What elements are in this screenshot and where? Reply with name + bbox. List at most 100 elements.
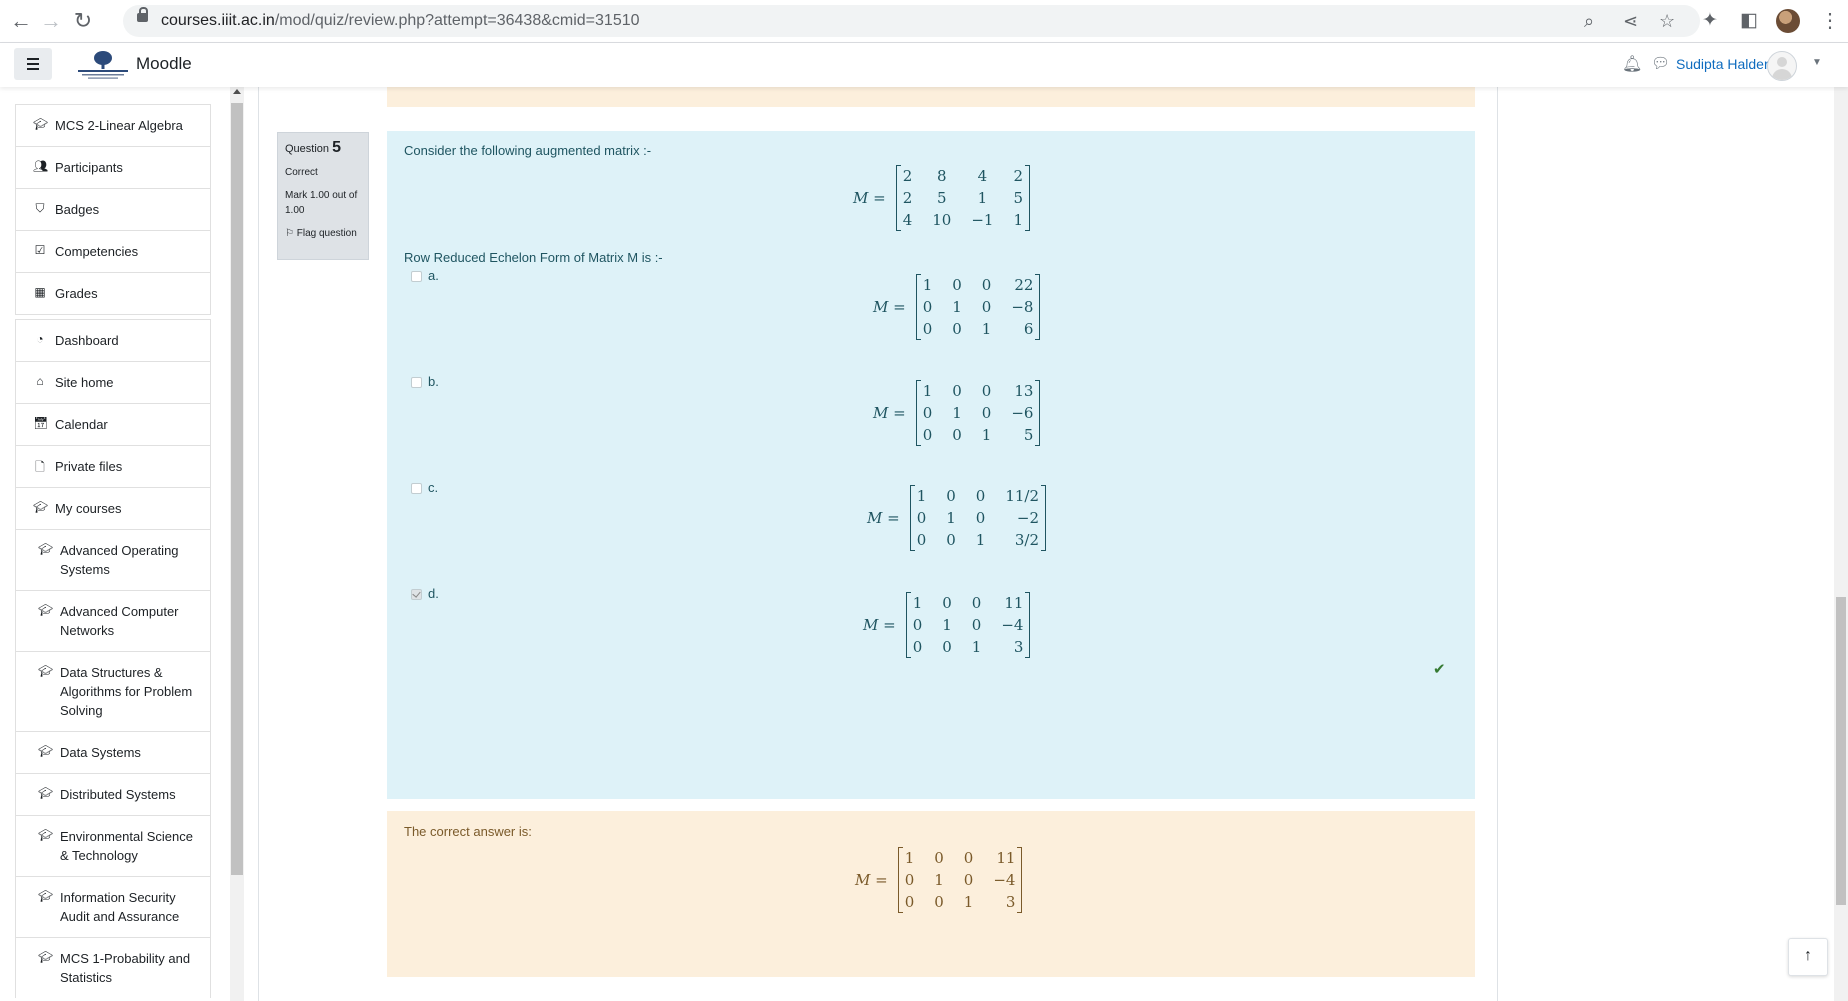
- matrix-cell: −1: [971, 211, 994, 229]
- file-icon: 🗋: [35, 460, 45, 474]
- matrix-cell: 0: [952, 382, 962, 400]
- correct-answer-text: The correct answer is:: [404, 824, 532, 839]
- matrix-cell: 0: [942, 594, 952, 612]
- sidebar-scrollbar-thumb[interactable]: [231, 103, 243, 875]
- matrix-cell: 0: [952, 426, 962, 444]
- matrix-row: 1 0 0 11: [898, 847, 1022, 869]
- sidebar-item-participants[interactable]: 👥︎ Participants: [15, 146, 211, 188]
- matrix-cell: 4: [902, 211, 913, 229]
- sidebar-item-course-link[interactable]: 🎓︎ Data Structures & Algorithms for Probl…: [15, 651, 211, 731]
- matrix-cell: 1: [1013, 211, 1024, 229]
- address-bar[interactable]: courses.iiit.ac.in/mod/quiz/review.php?a…: [123, 5, 1700, 37]
- scroll-up-arrow-icon[interactable]: [233, 89, 241, 94]
- sidepanel-icon[interactable]: ◧: [1740, 9, 1758, 32]
- matrix-cell: 0: [916, 531, 927, 549]
- sidebar-item-private-files[interactable]: 🗋 Private files: [15, 445, 211, 487]
- matrix-cell: 0: [934, 849, 944, 867]
- sidebar-item-competencies[interactable]: ☑ Competencies: [15, 230, 211, 272]
- messages-icon[interactable]: 💬︎: [1651, 54, 1670, 72]
- sidebar-item-site-home[interactable]: ⌂ Site home: [15, 361, 211, 403]
- sidebar-item-badges[interactable]: ⛉ Badges: [15, 188, 211, 230]
- sidebar-item-calendar[interactable]: 📅︎ Calendar: [15, 403, 211, 445]
- flag-question-link[interactable]: ⚐ Flag question: [285, 226, 361, 241]
- matrix-cell: 1: [952, 298, 962, 316]
- reload-icon[interactable]: ↻: [70, 9, 96, 35]
- matrix-cell: 0: [922, 298, 933, 316]
- browser-toolbar: ← → ↻ courses.iiit.ac.in/mod/quiz/review…: [0, 0, 1848, 43]
- check-square-icon: ☑: [34, 243, 46, 257]
- question-content: Consider the following augmented matrix …: [387, 131, 1475, 799]
- site-brand[interactable]: Moodle: [136, 54, 192, 74]
- share-icon[interactable]: ⋖: [1623, 11, 1638, 32]
- answer-option-c[interactable]: c.: [411, 480, 438, 495]
- option-b-matrix: M = 1 0 0 13 0 1 0 −6 0 0 1 5: [873, 380, 1041, 446]
- sidebar-item-my-courses[interactable]: 🎓︎ My courses: [15, 487, 211, 529]
- matrix-cell: 5: [1013, 189, 1024, 207]
- hamburger-menu-button[interactable]: [14, 48, 52, 80]
- graduation-cap-icon: 🎓︎: [38, 603, 54, 617]
- matrix-cell: 3/2: [1014, 531, 1040, 549]
- user-name[interactable]: Sudipta Halder: [1676, 56, 1769, 72]
- matrix-row: 2 5 1 5: [896, 187, 1029, 209]
- option-checkbox[interactable]: [411, 377, 422, 389]
- matrix-row: 1 0 0 13: [916, 380, 1040, 402]
- matrix-table: 1 0 0 11/2 0 1 0 −2 0 0 1 3/2: [909, 485, 1047, 551]
- institute-logo[interactable]: [72, 49, 134, 81]
- sidebar-item-course-link[interactable]: 🎓︎ MCS 1-Probability and Statistics: [15, 937, 211, 998]
- matrix-cell: 1: [904, 849, 915, 867]
- sidebar-item-dashboard[interactable]: ◔ Dashboard: [15, 319, 211, 361]
- sidebar-item-course-link[interactable]: 🎓︎ Advanced Computer Networks: [15, 590, 211, 651]
- matrix-table: 2 8 4 2 2 5 1 5 4 10 −1 1: [895, 165, 1031, 231]
- matrix-cell: 1: [946, 509, 956, 527]
- option-checkbox[interactable]: [411, 589, 422, 601]
- matrix-cell: 2: [1013, 167, 1024, 185]
- profile-icon[interactable]: [1776, 9, 1800, 33]
- option-checkbox[interactable]: [411, 271, 422, 283]
- sidebar-item-course-link[interactable]: 🎓︎ Environmental Science & Technology: [15, 815, 211, 876]
- question-prompt: Row Reduced Echelon Form of Matrix M is …: [404, 250, 663, 265]
- matrix-row: 0 1 0 −2: [910, 507, 1045, 529]
- sidebar-item-course-link[interactable]: 🎓︎ Information Security Audit and Assuran…: [15, 876, 211, 937]
- notification-bell-icon[interactable]: 🔔︎: [1622, 54, 1642, 74]
- sidebar-item-grades[interactable]: ▦ Grades: [15, 272, 211, 315]
- matrix-cell: 0: [952, 276, 962, 294]
- forward-icon[interactable]: →: [38, 9, 64, 35]
- page-scrollbar-thumb[interactable]: [1836, 597, 1846, 905]
- menu-icon[interactable]: ⋮: [1820, 8, 1840, 33]
- shield-icon: ⛉: [35, 201, 45, 215]
- zoom-icon[interactable]: ⌕: [1584, 11, 1594, 32]
- page-scrollbar[interactable]: [1834, 87, 1848, 1001]
- matrix-cell: 1: [977, 189, 988, 207]
- matrix-cell: 0: [963, 871, 974, 889]
- option-checkbox[interactable]: [411, 483, 422, 495]
- tachometer-icon: ◔: [36, 332, 44, 346]
- sidebar-item-course-link[interactable]: 🎓︎ Distributed Systems: [15, 773, 211, 815]
- sidebar-item-course-link[interactable]: 🎓︎ Data Systems: [15, 731, 211, 773]
- matrix-cell: 0: [975, 487, 986, 505]
- correct-check-icon: ✔: [1433, 661, 1446, 678]
- sidebar-item-course[interactable]: 🎓︎ MCS 2-Linear Algebra: [15, 104, 211, 146]
- matrix-cell: −4: [993, 871, 1016, 889]
- matrix-row: 4 10 −1 1: [896, 209, 1029, 231]
- lock-icon[interactable]: [137, 7, 148, 22]
- matrix-cell: 0: [922, 426, 933, 444]
- matrix-row: 2 8 4 2: [896, 165, 1029, 187]
- back-icon[interactable]: ←: [8, 9, 34, 35]
- star-icon[interactable]: ☆: [1659, 11, 1675, 32]
- sidebar-item-course-link[interactable]: 🎓︎ Advanced Operating Systems: [15, 529, 211, 590]
- answer-option-a[interactable]: a.: [411, 268, 439, 283]
- users-icon: 👥︎: [33, 159, 49, 173]
- matrix-cell: 1: [942, 616, 952, 634]
- extensions-icon[interactable]: ✦: [1702, 9, 1718, 32]
- answer-option-b[interactable]: b.: [411, 374, 439, 389]
- sidebar-scrollbar[interactable]: [230, 87, 244, 1001]
- matrix-table: 1 0 0 22 0 1 0 −8 0 0 1 6: [915, 274, 1041, 340]
- chevron-down-icon[interactable]: ▼: [1812, 57, 1822, 68]
- answer-option-d[interactable]: d.: [411, 586, 439, 601]
- matrix-row: 0 1 0 −4: [906, 614, 1030, 636]
- matrix-cell: 0: [916, 509, 927, 527]
- matrix-cell: 0: [981, 382, 992, 400]
- back-to-top-button[interactable]: ↑: [1788, 938, 1828, 976]
- matrix-cell: 0: [922, 404, 933, 422]
- avatar[interactable]: [1767, 51, 1797, 81]
